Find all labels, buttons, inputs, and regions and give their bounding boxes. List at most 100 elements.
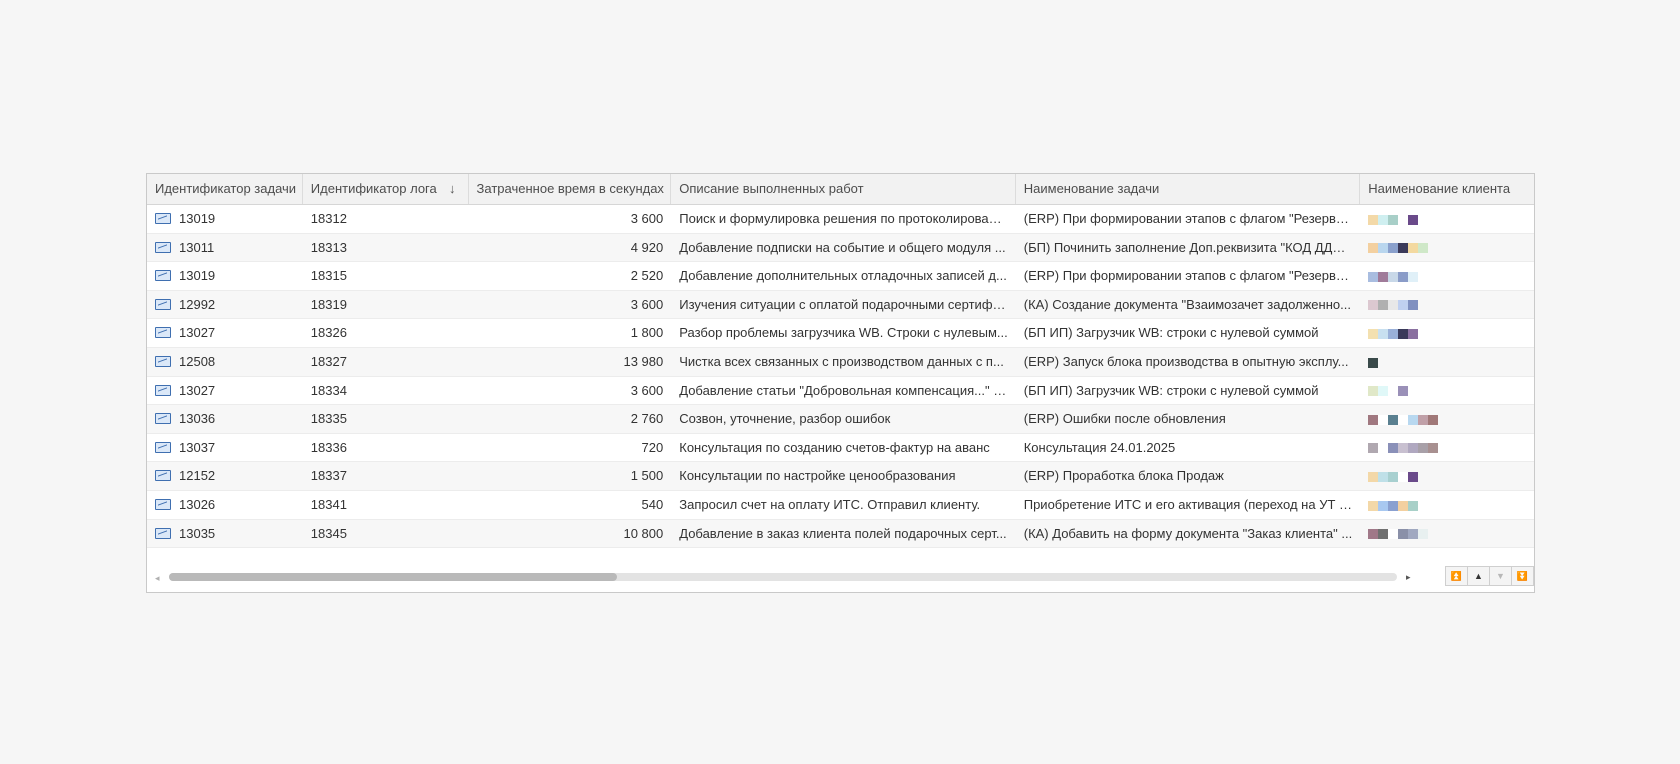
table-row[interactable]: 12508 18327 13 980 Чистка всех связанных с … [147,347,1534,377]
redaction-pixel [1398,529,1409,540]
redaction-pixel [1368,414,1379,425]
header-label: Идентификатор лога [310,181,437,196]
scroll-track[interactable] [169,573,1397,581]
table-row[interactable]: 13027 18326 1 800 Разбор проблемы загрузчик… [147,319,1534,348]
cell-task-id: 13037 [147,434,303,462]
task-id-value: 13027 [179,382,216,398]
cell-description: Добавление статьи "Добровольная компенса… [679,382,1011,398]
redaction-pixel [1408,271,1419,282]
client-name-redacted [1368,357,1379,368]
redaction-pixel [1378,414,1389,425]
task-chart-icon [155,499,171,510]
redaction-pixel [1378,300,1389,311]
header-task-name[interactable]: Наименование задачи [1016,174,1361,204]
scroll-thumb[interactable] [169,573,617,581]
table-row[interactable]: 13019 18315 2 520 Добавление дополнительных… [147,262,1534,291]
table-row[interactable]: 13036 18335 2 760 Созвон, уточнение, разбор… [147,405,1534,434]
redaction-pixel [1408,300,1419,311]
cell-client-name [1360,205,1534,233]
scroll-right-icon[interactable]: ▸ [1406,572,1411,583]
client-name-redacted [1368,271,1419,282]
cell-description: Запросил счет на оплату ИТС. Отправил кл… [679,496,981,512]
redaction-pixel [1368,243,1379,254]
task-chart-icon [155,327,171,339]
redaction-pixel [1398,414,1409,425]
task-id-value: 12992 [179,296,216,312]
header-label: Наименование клиента [1368,181,1511,196]
cell-description: Добавление в заказ клиента полей подароч… [679,525,1007,541]
cell-client-name [1360,491,1534,519]
cell-client-name [1360,319,1534,347]
cell-task-name: Консультация 24.01.2025 [1023,439,1176,455]
redaction-pixel [1368,328,1379,339]
redaction-pixel [1408,328,1419,339]
client-name-redacted [1368,443,1439,454]
cell-task-id: 13011 [147,234,303,262]
redaction-pixel [1408,471,1419,482]
redaction-pixel [1378,471,1389,482]
scroll-left-icon[interactable]: ◂ [155,573,160,584]
table-row[interactable]: 13026 18341 540 Запросил счет на оплату ИТС… [147,491,1534,520]
header-label: Описание выполненных работ [679,181,864,196]
sort-descending-icon[interactable]: ↓ [449,174,456,204]
task-chart-icon [155,441,171,453]
redaction-pixel [1388,471,1399,482]
table-row[interactable]: 13011 18313 4 920 Добавление подписки на со… [147,233,1534,263]
header-label: Идентификатор задачи [155,181,297,196]
cell-task-name: (БП) Починить заполнение Доп.реквизита "… [1023,239,1353,255]
page-up-icon[interactable]: ▲ [1467,566,1490,586]
cell-seconds: 4 920 [630,239,664,255]
redaction-pixel [1418,529,1429,540]
cell-description: Добавление подписки на событие и общего … [679,239,1006,255]
redaction-pixel [1388,529,1399,540]
task-id-value: 13019 [179,268,216,284]
redaction-pixel [1398,243,1409,254]
redaction-pixel [1388,271,1399,282]
table-row[interactable]: 13037 18336 720 Консультация по созданию сч… [147,434,1534,463]
cell-seconds: 10 800 [623,525,664,541]
redaction-pixel [1378,328,1389,339]
cell-log-id: 18315 [310,268,347,284]
redaction-pixel [1378,243,1389,254]
task-id-value: 13035 [179,525,216,541]
redaction-pixel [1368,271,1379,282]
redaction-pixel [1378,271,1389,282]
redaction-pixel [1398,214,1409,225]
header-task-id[interactable]: Идентификатор задачи [147,174,303,204]
first-page-icon[interactable]: ⏫ [1445,566,1468,586]
redaction-pixel [1368,443,1379,454]
client-name-redacted [1368,500,1419,511]
data-grid[interactable]: Идентификатор задачи Идентификатор лога ↓… [146,173,1535,593]
redaction-pixel [1398,471,1409,482]
table-row[interactable]: 13035 18345 10 800 Добавление в заказ клиен… [147,519,1534,549]
header-time-seconds[interactable]: Затраченное время в секундах [469,174,672,204]
page-down-icon[interactable]: ▼ [1489,566,1512,586]
redaction-pixel [1388,386,1399,397]
task-chart-icon [155,527,171,539]
table-row[interactable]: 13027 18334 3 600 Добавление статьи "Добров… [147,377,1534,406]
redaction-pixel [1398,443,1409,454]
table-row[interactable]: 12152 18337 1 500 Консультации по настройке… [147,462,1534,491]
task-id-value: 12152 [179,468,216,484]
client-name-redacted [1368,328,1419,339]
cell-log-id: 18341 [310,496,347,512]
redaction-pixel [1398,500,1409,511]
redaction-pixel [1408,529,1419,540]
task-chart-icon [155,384,171,396]
redaction-pixel [1428,414,1439,425]
client-name-redacted [1368,214,1419,225]
cell-seconds: 1 800 [630,325,664,341]
redaction-pixel [1418,443,1429,454]
table-row[interactable]: 13019 18312 3 600 Поиск и формулировка реше… [147,205,1534,234]
task-chart-icon [155,413,171,425]
last-page-icon[interactable]: ⏬ [1511,566,1534,586]
header-log-id[interactable]: Идентификатор лога ↓ [303,174,469,204]
redaction-pixel [1388,300,1399,311]
horizontal-scrollbar[interactable]: ◂ ▸ ⏫ ▲ ▼ ⏬ [147,564,1534,592]
task-chart-icon [155,213,171,225]
table-row[interactable]: 12992 18319 3 600 Изучения ситуации с оплат… [147,290,1534,320]
cell-description: Консультации по настройке ценообразовани… [679,468,956,484]
header-label: Затраченное время в секундах [476,181,664,196]
header-client-name[interactable]: Наименование клиента [1360,174,1534,204]
header-description[interactable]: Описание выполненных работ [671,174,1016,204]
